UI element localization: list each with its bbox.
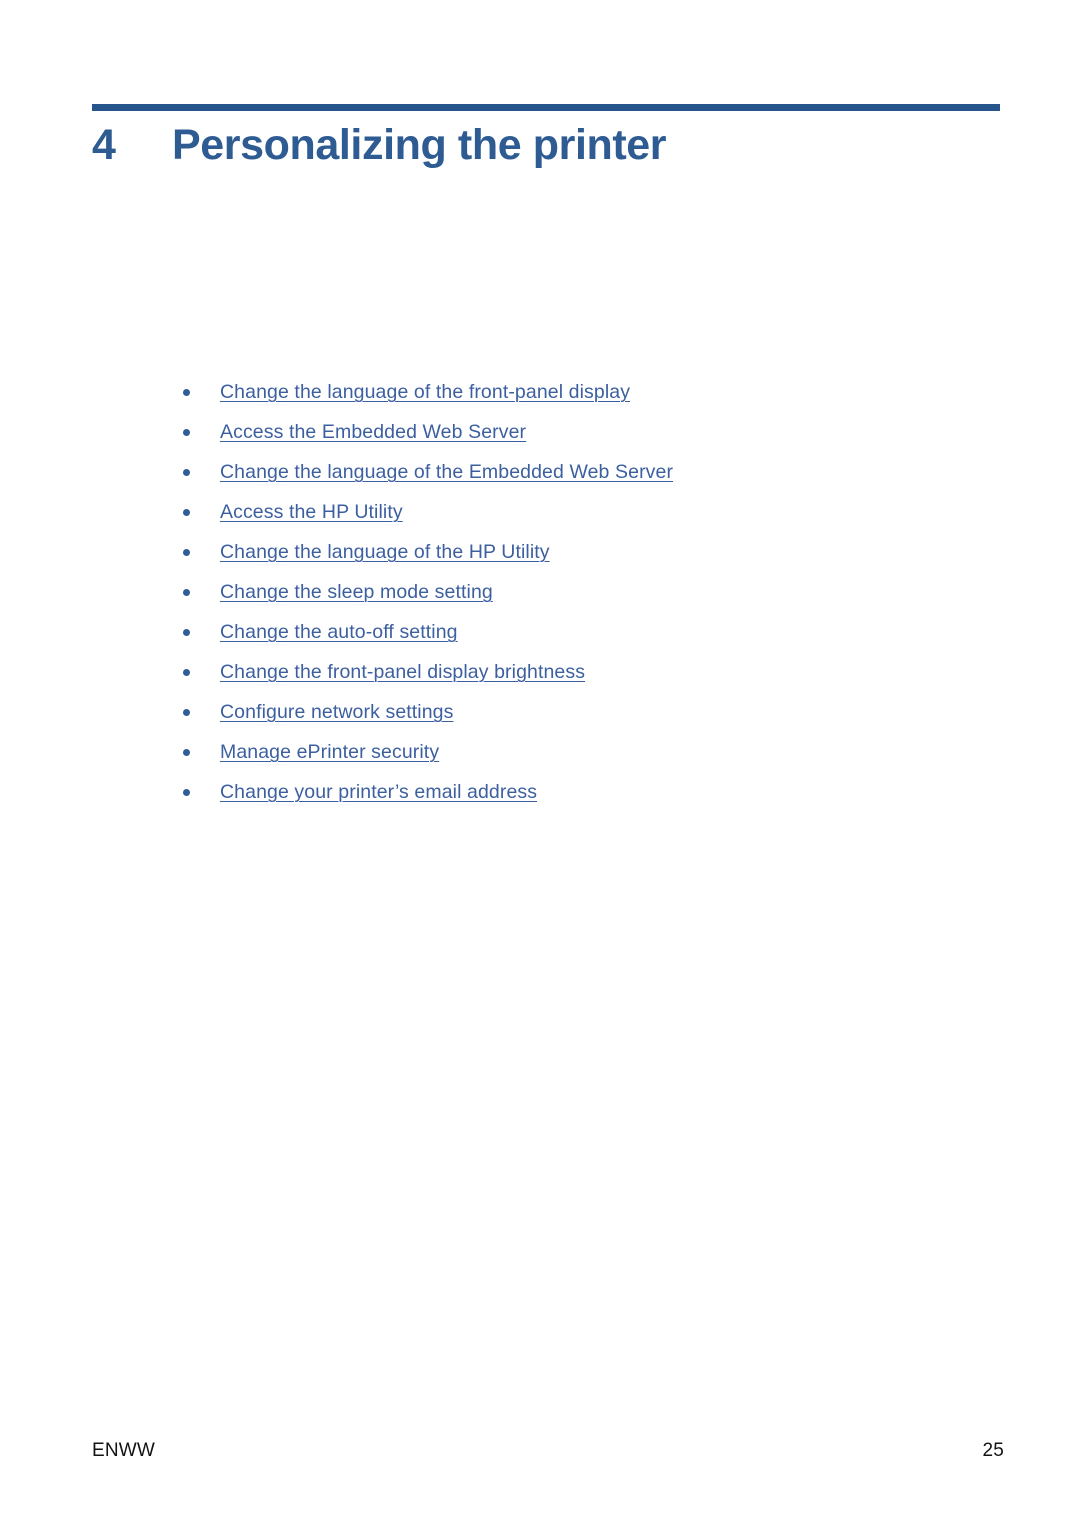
- bullet-icon: [183, 749, 190, 756]
- toc-link[interactable]: Manage ePrinter security: [220, 741, 439, 763]
- toc-link[interactable]: Change the language of the Embedded Web …: [220, 461, 673, 483]
- bullet-icon: [183, 709, 190, 716]
- toc-link[interactable]: Change the auto-off setting: [220, 621, 458, 643]
- list-item: Access the Embedded Web Server: [92, 412, 992, 452]
- chapter-number: 4: [92, 121, 116, 169]
- bullet-icon: [183, 389, 190, 396]
- bullet-icon: [183, 509, 190, 516]
- toc-link[interactable]: Change the language of the HP Utility: [220, 541, 550, 563]
- toc-link[interactable]: Access the Embedded Web Server: [220, 421, 526, 443]
- list-item: Change the front-panel display brightnes…: [92, 652, 992, 692]
- list-item: Manage ePrinter security: [92, 732, 992, 772]
- toc-link[interactable]: Change the sleep mode setting: [220, 581, 493, 603]
- document-page: 4 Personalizing the printer Change the la…: [0, 0, 1080, 1527]
- page-footer: ENWW 25: [92, 1438, 1004, 1464]
- page-number: 25: [982, 1440, 1004, 1461]
- footer-locale-label: ENWW: [92, 1440, 156, 1461]
- toc-link[interactable]: Change your printer’s email address: [220, 781, 537, 803]
- toc-link[interactable]: Access the HP Utility: [220, 501, 403, 523]
- chapter-title-text: Personalizing the printer: [172, 121, 667, 169]
- list-item: Configure network settings: [92, 692, 992, 732]
- toc-link[interactable]: Change the front-panel display brightnes…: [220, 661, 585, 683]
- toc-link[interactable]: Change the language of the front-panel d…: [220, 381, 630, 403]
- list-item: Change the sleep mode setting: [92, 572, 992, 612]
- list-item: Change your printer’s email address: [92, 772, 992, 812]
- chapter-contents-list: Change the language of the front-panel d…: [92, 372, 992, 812]
- list-item: Change the auto-off setting: [92, 612, 992, 652]
- toc-link[interactable]: Configure network settings: [220, 701, 453, 723]
- bullet-icon: [183, 469, 190, 476]
- list-item: Change the language of the HP Utility: [92, 532, 992, 572]
- bullet-icon: [183, 429, 190, 436]
- bullet-icon: [183, 589, 190, 596]
- list-item: Change the language of the Embedded Web …: [92, 452, 992, 492]
- bullet-icon: [183, 549, 190, 556]
- list-item: Access the HP Utility: [92, 492, 992, 532]
- list-item: Change the language of the front-panel d…: [92, 372, 992, 412]
- bullet-icon: [183, 669, 190, 676]
- bullet-icon: [183, 629, 190, 636]
- page-title: 4 Personalizing the printer: [92, 117, 1012, 175]
- chapter-header-rule: [92, 104, 1000, 111]
- bullet-icon: [183, 789, 190, 796]
